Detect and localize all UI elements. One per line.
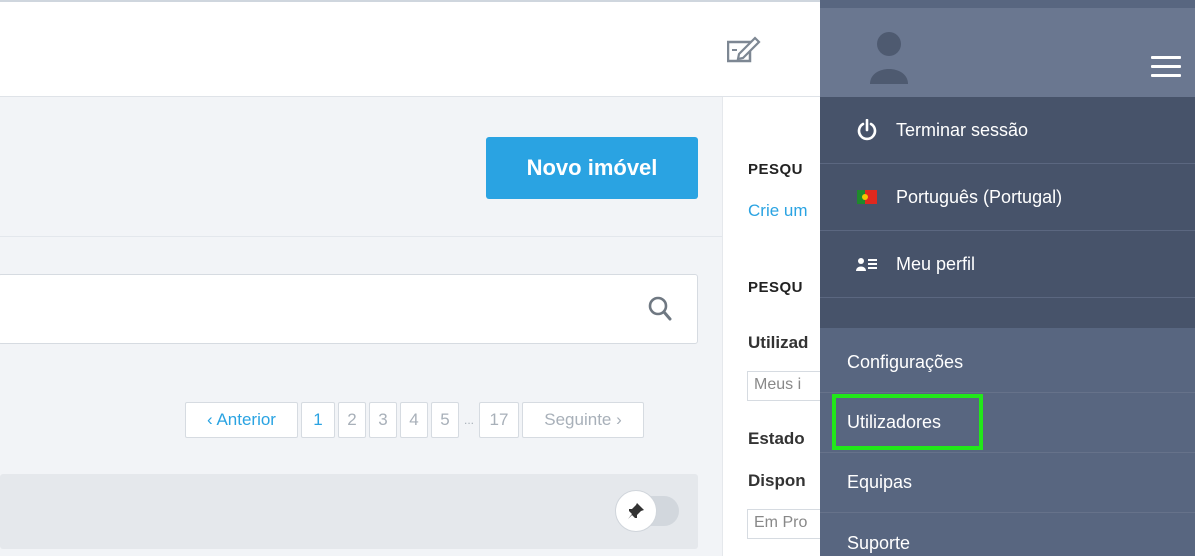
menu-item-label: Português (Portugal) [896,186,1063,207]
pagination-page-1[interactable]: 1 [301,402,335,438]
menu-item-settings[interactable]: Configurações [820,333,1195,393]
pagination: ‹ Anterior 1 2 3 4 5 ... 17 Seguinte › [185,402,645,438]
search-input[interactable] [0,274,698,344]
menu-item-label: Terminar sessão [896,119,1029,140]
saved-search-heading: PESQU [748,161,804,178]
pin-toggle[interactable] [615,490,679,532]
pagination-page-5[interactable]: 5 [431,402,459,438]
search-icon[interactable] [647,295,673,323]
pagination-page-3[interactable]: 3 [369,402,397,438]
pagination-page-2[interactable]: 2 [338,402,366,438]
pagination-next[interactable]: Seguinte › [522,402,645,438]
menu-item-teams[interactable]: Equipas [820,453,1195,513]
user-menu-header [820,8,1195,97]
results-toolbar [0,474,698,549]
pagination-page-last[interactable]: 17 [479,402,520,438]
main-content: Novo imóvel ‹ Anterior 1 2 3 4 5 ... 17 … [0,97,722,556]
pagination-previous[interactable]: ‹ Anterior [185,402,298,438]
power-icon [856,119,878,141]
avatar-placeholder-icon[interactable] [868,28,910,84]
user-menu-panel: Terminar sessão Português (Portugal) Meu… [820,0,1195,556]
menu-item-language[interactable]: Português (Portugal) [820,164,1195,231]
header-accent-line [0,0,820,2]
menu-item-users[interactable]: Utilizadores [820,393,1195,453]
menu-item-support[interactable]: Suporte [820,513,1195,556]
page-banner: Novo imóvel [0,97,722,237]
account-actions: Terminar sessão Português (Portugal) Meu… [820,97,1195,328]
menu-item-label: Meu perfil [896,253,976,274]
new-property-button[interactable]: Novo imóvel [486,137,698,199]
right-sidebar: PESQU Crie um PESQU Utilizad Meus i Esta… [722,97,867,556]
pagination-page-4[interactable]: 4 [400,402,428,438]
portugal-flag-icon [856,186,878,208]
search-filters-heading: PESQU [748,279,804,296]
pin-icon[interactable] [615,490,657,532]
menu-item-logout[interactable]: Terminar sessão [820,97,1195,164]
menu-item-profile[interactable]: Meu perfil [820,231,1195,298]
profile-card-icon [856,253,878,275]
state-filter-label: Estado [748,429,805,448]
pagination-ellipsis: ... [464,413,475,427]
user-filter-label: Utilizad [748,333,809,352]
edit-note-icon[interactable] [726,36,761,66]
availability-filter-label: Dispon [748,471,806,490]
create-search-link[interactable]: Crie um [748,201,808,221]
hamburger-menu-icon[interactable] [1151,56,1181,78]
